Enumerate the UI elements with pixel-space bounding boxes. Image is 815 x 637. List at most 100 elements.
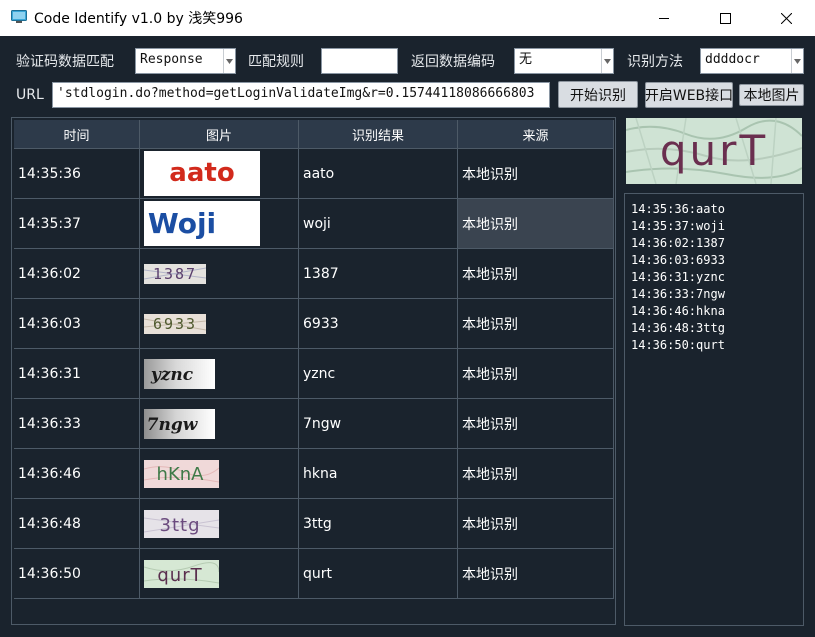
method-value: ddddocr	[705, 52, 760, 67]
image-cell: Woji	[140, 199, 299, 249]
time-cell: 14:36:33	[14, 399, 140, 449]
captcha-text: Woji	[148, 207, 216, 240]
log-line: 14:35:37:woji	[631, 219, 725, 233]
result-cell: hkna	[299, 449, 458, 499]
column-header-source[interactable]: 来源	[458, 120, 614, 149]
minimize-icon	[659, 17, 669, 19]
captcha-image: 7ngw	[144, 408, 215, 439]
log-line: 14:36:33:7ngw	[631, 287, 725, 301]
url-label: URL	[16, 87, 44, 103]
captcha-image: qurT	[144, 559, 219, 588]
source-cell: 本地识别	[458, 149, 614, 199]
captcha-text: qurT	[157, 565, 202, 586]
maximize-icon	[720, 12, 731, 24]
results-table: 时间 图片 识别结果 来源 14:35:36 aato aato 本地识别 14…	[11, 117, 616, 625]
url-input[interactable]: 'stdlogin.do?method=getLoginValidateImg&…	[52, 82, 550, 108]
captcha-preview-image: qurT	[626, 118, 802, 184]
chevron-down-icon	[223, 49, 235, 73]
captcha-text: aato	[169, 158, 234, 188]
return-encoding-select[interactable]: 无	[514, 48, 614, 74]
captcha-image: yznc	[144, 358, 215, 389]
result-cell: 3ttg	[299, 499, 458, 549]
table-row[interactable]: 14:36:50 qurT qurt 本地识别	[14, 549, 614, 599]
log-line: 14:35:36:aato	[631, 202, 725, 216]
table-row[interactable]: 14:36:33 7ngw 7ngw 本地识别	[14, 399, 614, 449]
table-row[interactable]: 14:36:03 6933 6933 本地识别	[14, 299, 614, 349]
log-line: 14:36:03:6933	[631, 253, 725, 267]
captcha-match-value: Response	[140, 52, 203, 67]
table-row[interactable]: 14:35:37 Woji woji 本地识别	[14, 199, 614, 249]
table-row[interactable]: 14:36:48 3ttg 3ttg 本地识别	[14, 499, 614, 549]
image-cell: 6933	[140, 299, 299, 349]
captcha-text: hKnA	[157, 464, 205, 485]
image-cell: 3ttg	[140, 499, 299, 549]
source-cell: 本地识别	[458, 499, 614, 549]
captcha-text: 7ngw	[147, 415, 199, 435]
time-cell: 14:35:36	[14, 149, 140, 199]
recognition-log[interactable]: 14:35:36:aato 14:35:37:woji 14:36:02:138…	[624, 193, 804, 626]
source-cell: 本地识别	[458, 449, 614, 499]
source-cell: 本地识别	[458, 549, 614, 599]
start-recognize-button[interactable]: 开始识别	[558, 81, 638, 108]
result-cell: 7ngw	[299, 399, 458, 449]
window-title: Code Identify v1.0 by 浅笑996	[34, 11, 243, 27]
return-encoding-value: 无	[519, 52, 533, 67]
column-header-result[interactable]: 识别结果	[299, 120, 458, 149]
captcha-preview-text: qurT	[660, 126, 768, 175]
chevron-down-icon	[601, 49, 613, 73]
close-button[interactable]	[764, 0, 809, 36]
time-cell: 14:36:31	[14, 349, 140, 399]
captcha-image: hKnA	[144, 459, 219, 488]
source-cell: 本地识别	[458, 249, 614, 299]
table-header: 时间 图片 识别结果 来源	[14, 120, 614, 149]
app-icon	[11, 10, 27, 23]
captcha-text: 6933	[153, 315, 197, 333]
log-line: 14:36:02:1387	[631, 236, 725, 250]
captcha-match-label: 验证码数据匹配	[16, 54, 114, 70]
table-row[interactable]: 14:35:36 aato aato 本地识别	[14, 149, 614, 199]
result-cell: yznc	[299, 349, 458, 399]
main-area: 验证码数据匹配 Response 匹配规则 返回数据编码 无 识别方法 dddd…	[0, 36, 815, 637]
local-image-button[interactable]: 本地图片	[739, 84, 804, 106]
source-cell: 本地识别	[458, 349, 614, 399]
result-cell: woji	[299, 199, 458, 249]
log-line: 14:36:31:yznc	[631, 270, 725, 284]
maximize-button[interactable]	[703, 0, 748, 36]
time-cell: 14:36:48	[14, 499, 140, 549]
time-cell: 14:36:02	[14, 249, 140, 299]
time-cell: 14:36:03	[14, 299, 140, 349]
match-rule-input[interactable]	[321, 48, 398, 74]
enable-web-api-button[interactable]: 开启WEB接口	[645, 82, 733, 108]
time-cell: 14:35:37	[14, 199, 140, 249]
image-cell: 7ngw	[140, 399, 299, 449]
captcha-match-select[interactable]: Response	[135, 48, 236, 74]
source-cell: 本地识别	[458, 299, 614, 349]
return-encoding-label: 返回数据编码	[411, 54, 495, 70]
captcha-image: 1387	[144, 263, 206, 284]
method-select[interactable]: ddddocr	[700, 48, 804, 74]
time-cell: 14:36:46	[14, 449, 140, 499]
close-icon	[781, 12, 792, 24]
captcha-text: yznc	[150, 365, 194, 385]
column-header-image[interactable]: 图片	[140, 120, 299, 149]
captcha-image: 6933	[144, 313, 206, 334]
source-cell: 本地识别	[458, 399, 614, 449]
table-row[interactable]: 14:36:46 hKnA hkna 本地识别	[14, 449, 614, 499]
chevron-down-icon	[791, 49, 803, 73]
log-line: 14:36:50:qurt	[631, 338, 725, 352]
method-label: 识别方法	[627, 54, 683, 70]
table-row[interactable]: 14:36:31 yznc yznc 本地识别	[14, 349, 614, 399]
image-cell: 1387	[140, 249, 299, 299]
result-cell: 1387	[299, 249, 458, 299]
table-row[interactable]: 14:36:02 1387 1387 本地识别	[14, 249, 614, 299]
column-header-time[interactable]: 时间	[14, 120, 140, 149]
captcha-text: 3ttg	[160, 515, 201, 536]
match-rule-label: 匹配规则	[248, 54, 304, 70]
result-cell: aato	[299, 149, 458, 199]
captcha-image: aato	[144, 151, 260, 196]
time-cell: 14:36:50	[14, 549, 140, 599]
captcha-text: 1387	[153, 265, 197, 283]
minimize-button[interactable]	[642, 0, 687, 36]
result-cell: 6933	[299, 299, 458, 349]
image-cell: hKnA	[140, 449, 299, 499]
